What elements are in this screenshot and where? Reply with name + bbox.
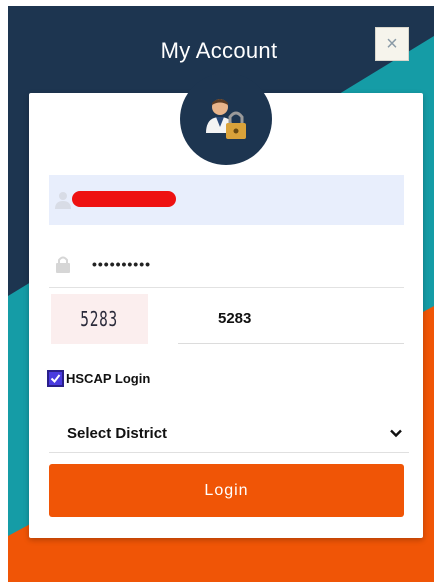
hscap-login-option[interactable]: HSCAP Login bbox=[47, 368, 150, 388]
dialog-title: My Account bbox=[160, 38, 278, 63]
captcha-image: 5283 bbox=[51, 294, 148, 344]
checkmark-icon bbox=[50, 373, 61, 383]
login-modal-screen: My Account × 5283 bbox=[0, 0, 438, 586]
captcha-field[interactable] bbox=[178, 294, 404, 344]
password-input[interactable] bbox=[90, 255, 404, 273]
username-redaction bbox=[72, 191, 176, 207]
password-field[interactable] bbox=[49, 241, 404, 288]
close-button[interactable]: × bbox=[375, 27, 409, 61]
avatar bbox=[180, 73, 272, 165]
hscap-login-checkbox[interactable] bbox=[47, 369, 64, 387]
user-lock-icon bbox=[206, 99, 246, 139]
district-select-label: Select District bbox=[67, 424, 168, 442]
lock-icon bbox=[56, 256, 70, 273]
captcha-image-text: 5283 bbox=[80, 307, 119, 331]
close-icon: × bbox=[386, 32, 398, 55]
district-select[interactable]: Select District bbox=[49, 414, 409, 453]
chevron-down-icon bbox=[390, 429, 402, 438]
captcha-input[interactable] bbox=[178, 294, 378, 342]
login-button[interactable]: Login bbox=[49, 464, 404, 517]
user-icon bbox=[55, 192, 71, 209]
hscap-login-label: HSCAP Login bbox=[66, 370, 151, 386]
